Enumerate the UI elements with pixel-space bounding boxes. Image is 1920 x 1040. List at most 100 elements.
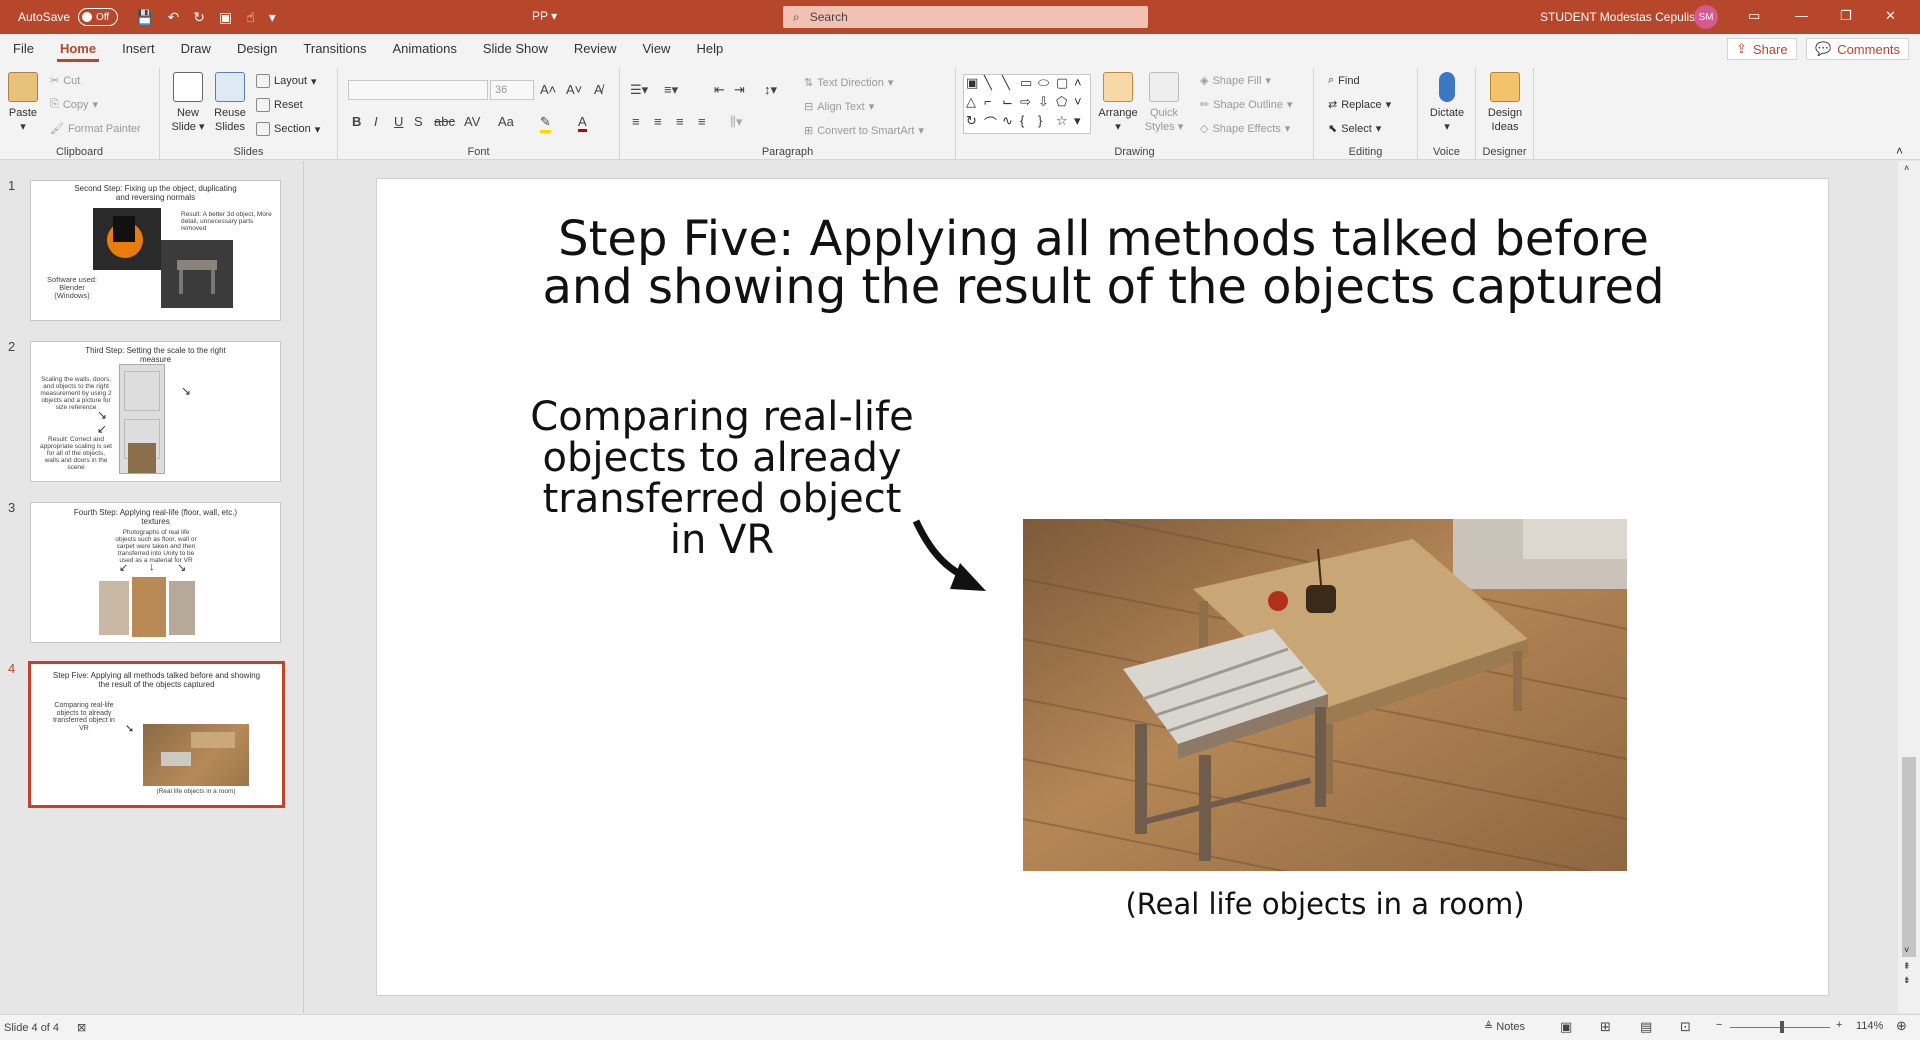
numbering-icon[interactable]: ≡▾ — [664, 82, 678, 98]
comments-button[interactable]: 💬 Comments — [1806, 38, 1910, 60]
select-button[interactable]: ⬉ Select ▾ — [1328, 122, 1381, 136]
clear-formatting-icon[interactable]: A̸ — [594, 82, 603, 97]
change-case-icon[interactable]: Aa — [498, 114, 514, 129]
shape-effects-button[interactable]: ◇ Shape Effects ▾ — [1200, 122, 1290, 136]
scroll-down-icon[interactable]: ˅ — [1074, 94, 1092, 113]
reading-view-icon[interactable]: ▤ — [1640, 1019, 1652, 1035]
textbox-shape-icon[interactable]: ▣ — [966, 75, 984, 94]
font-size-input[interactable]: 36 — [490, 80, 534, 100]
line-shape-icon[interactable]: ╲ — [1002, 75, 1020, 94]
account-name[interactable]: STUDENT Modestas Cepulis — [1540, 10, 1695, 24]
align-center-icon[interactable]: ≡ — [654, 114, 662, 129]
zoom-in-icon[interactable]: + — [1836, 1019, 1842, 1031]
dictate-button[interactable]: Dictate ▾ — [1424, 72, 1470, 134]
replace-button[interactable]: ⇄ Replace ▾ — [1328, 98, 1391, 112]
arrow-shape-icon[interactable]: ⇨ — [1020, 94, 1038, 113]
reuse-slides-button[interactable]: Reuse Slides — [210, 72, 250, 134]
customize-qat-icon[interactable]: ▾ — [269, 9, 276, 26]
scroll-down-icon[interactable]: ˅ — [1904, 945, 1909, 955]
layout-button[interactable]: Layout ▾ — [256, 74, 317, 88]
bullets-icon[interactable]: ☰▾ — [630, 82, 648, 98]
grow-font-icon[interactable]: A˄ — [540, 82, 556, 97]
quick-styles-button[interactable]: Quick Styles ▾ — [1142, 72, 1186, 134]
vertical-scrollbar[interactable]: ˄ ˅ ⇞ ⇟ — [1898, 161, 1920, 1013]
search-input[interactable]: ⌕ Search — [783, 6, 1148, 28]
tab-file[interactable]: File — [0, 34, 47, 64]
redo-icon[interactable]: ↻ — [193, 9, 205, 26]
collapse-ribbon-icon[interactable]: ˄ — [1896, 144, 1903, 158]
zoom-out-icon[interactable]: − — [1716, 1019, 1722, 1031]
tab-view[interactable]: View — [630, 34, 684, 64]
next-slide-icon[interactable]: ⇟ — [1903, 975, 1911, 986]
touch-mode-icon[interactable]: ☝ — [246, 9, 255, 26]
convert-smartart-button[interactable]: ⊞ Convert to SmartArt ▾ — [804, 124, 924, 138]
format-painter-button[interactable]: 🖌 Format Painter — [50, 122, 141, 136]
fit-to-window-icon[interactable]: ⊕ — [1896, 1018, 1907, 1034]
more-shapes-icon[interactable]: ▾ — [1074, 113, 1092, 132]
close-icon[interactable]: ✕ — [1885, 8, 1896, 24]
slide-thumbnail-3[interactable]: Fourth Step: Applying real-life (floor, … — [30, 502, 281, 643]
tab-review[interactable]: Review — [561, 34, 630, 64]
columns-icon[interactable]: ⫼▾ — [730, 114, 743, 130]
slideshow-icon[interactable]: ⊡ — [1680, 1019, 1691, 1035]
paste-button[interactable]: Paste ▾ — [6, 72, 40, 134]
underline-icon[interactable]: U — [394, 114, 403, 129]
line-shape-icon[interactable]: ╲ — [984, 75, 1002, 94]
connector-shape-icon[interactable]: ⌐ — [984, 94, 1002, 113]
italic-icon[interactable]: I — [374, 114, 378, 129]
highlight-icon[interactable]: ✎ — [540, 114, 551, 133]
shape-fill-button[interactable]: ◈ Shape Fill ▾ — [1200, 74, 1271, 88]
slide-thumbnail-1[interactable]: Second Step: Fixing up the object, dupli… — [30, 180, 281, 321]
strikethrough-icon[interactable]: abc — [434, 114, 455, 129]
bold-icon[interactable]: B — [352, 114, 361, 129]
rounded-rect-shape-icon[interactable]: ▢ — [1056, 75, 1074, 94]
slide-title[interactable]: Step Five: Applying all methods talked b… — [377, 215, 1830, 311]
brace-shape-icon[interactable]: } — [1038, 113, 1056, 132]
normal-view-icon[interactable]: ▣ — [1560, 1019, 1572, 1035]
section-button[interactable]: Section ▾ — [256, 122, 320, 136]
restore-icon[interactable]: ❐ — [1840, 8, 1852, 24]
copy-button[interactable]: ⎘ Copy ▾ — [50, 98, 98, 111]
tab-slide-show[interactable]: Slide Show — [470, 34, 561, 64]
tab-home[interactable]: Home — [47, 34, 109, 64]
decrease-indent-icon[interactable]: ⇤ — [714, 82, 725, 98]
curve-shape-icon[interactable]: ↻ — [966, 113, 984, 132]
shadow-icon[interactable]: S — [414, 114, 423, 129]
tab-transitions[interactable]: Transitions — [290, 34, 379, 64]
design-ideas-button[interactable]: Design Ideas — [1482, 72, 1528, 134]
slide-editor[interactable]: Step Five: Applying all methods talked b… — [376, 178, 1829, 996]
accessibility-icon[interactable]: ⊠ — [77, 1021, 86, 1034]
undo-icon[interactable]: ↶ — [167, 9, 179, 26]
slide-sorter-icon[interactable]: ⊞ — [1600, 1019, 1611, 1035]
brace-shape-icon[interactable]: { — [1020, 113, 1038, 132]
autosave-control[interactable]: AutoSave Off — [18, 8, 119, 26]
shrink-font-icon[interactable]: A˅ — [566, 82, 582, 97]
slide-side-text[interactable]: Comparing real-life objects to already t… — [512, 397, 932, 561]
scrollbar-thumb[interactable] — [1902, 757, 1916, 957]
find-button[interactable]: ⌕ Find — [1328, 74, 1360, 87]
down-arrow-shape-icon[interactable]: ⇩ — [1038, 94, 1056, 113]
tab-insert[interactable]: Insert — [109, 34, 168, 64]
shapes-gallery[interactable]: ▣ ╲ ╲ ▭ ⬭ ▢ ˄ △ ⌐ ⌙ ⇨ ⇩ ⬠ ˅ ↻ ⌒ ∿{} ☆ ▾ — [963, 74, 1091, 134]
room-photo[interactable] — [1023, 519, 1627, 871]
scroll-up-icon[interactable]: ˄ — [1904, 163, 1909, 173]
slide-thumbnail-4[interactable]: Step Five: Applying all methods talked b… — [28, 661, 285, 808]
document-title[interactable]: PP ▾ — [532, 9, 557, 23]
zoom-slider-handle[interactable] — [1780, 1021, 1784, 1033]
connector-shape-icon[interactable]: ⌙ — [1002, 94, 1020, 113]
notes-button[interactable]: ≜ Notes — [1484, 1020, 1525, 1033]
cut-button[interactable]: ✂ Cut — [50, 74, 80, 88]
line-spacing-icon[interactable]: ↕▾ — [764, 82, 777, 98]
rectangle-shape-icon[interactable]: ▭ — [1020, 75, 1038, 94]
curve-shape-icon[interactable]: ∿ — [1002, 113, 1020, 132]
oval-shape-icon[interactable]: ⬭ — [1038, 75, 1056, 94]
photo-caption[interactable]: (Real life objects in a room) — [1023, 887, 1627, 921]
previous-slide-icon[interactable]: ⇞ — [1903, 961, 1911, 972]
avatar[interactable]: SM — [1694, 5, 1718, 29]
save-icon[interactable]: 💾 — [136, 9, 153, 26]
arc-shape-icon[interactable]: ⌒ — [984, 113, 1002, 132]
share-button[interactable]: ⇪ Share — [1727, 38, 1797, 60]
new-slide-button[interactable]: New Slide ▾ — [168, 72, 208, 134]
align-text-button[interactable]: ⊟ Align Text ▾ — [804, 100, 874, 114]
increase-indent-icon[interactable]: ⇥ — [734, 82, 745, 98]
